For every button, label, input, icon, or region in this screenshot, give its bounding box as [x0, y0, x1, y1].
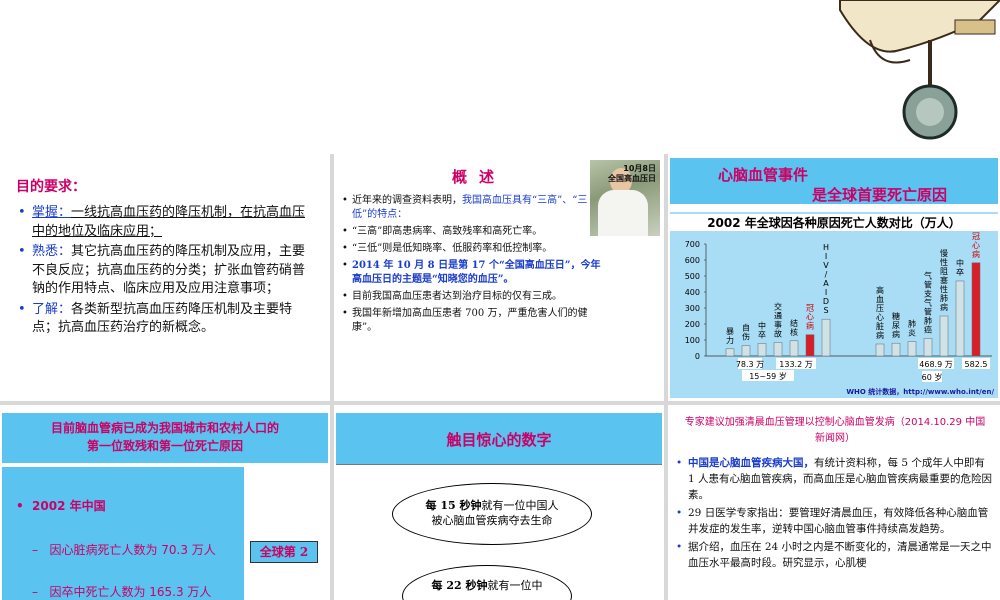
- chart-bar: [923, 338, 933, 357]
- stat-cloud: 每 22 秒钟就有一位中: [402, 565, 572, 600]
- y-tick-label: 500: [685, 272, 700, 281]
- slide-global-events[interactable]: 心脑血管事件 是全球首要死亡原因 2002 年全球因各种原因死亡人数对比（万人）…: [668, 154, 1000, 401]
- events-title-1: 心脑血管事件: [718, 166, 809, 184]
- y-tick-label: 700: [685, 240, 700, 249]
- chart-bar: [875, 343, 885, 357]
- chart-bar: [907, 341, 917, 357]
- list-item: 我国年新增加高血压患者 700 万，严重危害人们的健康”。: [340, 307, 604, 335]
- list-item: 据介绍，血压在 24 小时之内是不断变化的，清晨通常是一天之中血压水平最高时段。…: [674, 539, 994, 571]
- list-item: 掌握：一线抗高血压药的降压机制，在抗高血压中的地位及临床应用；: [16, 204, 316, 241]
- china-header: 目前脑血管病已成为我国城市和农村人口的 第一位致残和第一位死亡原因: [2, 413, 328, 463]
- chart-source: WHO 统计数据，http://www.who.int/en/: [846, 387, 994, 396]
- numbers-title: 触目惊心的数字: [446, 431, 552, 449]
- bar-label: 交通事故: [774, 301, 782, 338]
- y-tick-label: 600: [685, 256, 700, 265]
- y-tick-label: 400: [685, 288, 700, 297]
- china-row: – 因心脏病死亡人数为 70.3 万人: [32, 543, 216, 557]
- death-chart: 2002 年全球因各种原因死亡人数对比（万人） 0 100 200 300 400 500…: [670, 212, 998, 398]
- list-item: 2014 年 10 月 8 日是第 17 个“全国高血压日”，今年高血压日的主题…: [340, 259, 604, 287]
- objectives-title: 目的要求：: [16, 179, 86, 195]
- bar-label: 肺炎: [908, 320, 916, 338]
- bar-label: H I V / A I D S: [823, 243, 829, 315]
- bar-label: 气管支气管肺癌: [924, 270, 932, 334]
- bar-label: 冠心病: [972, 232, 980, 259]
- stethoscope-illustration: [839, 0, 1000, 140]
- list-item: “三低”则是低知晓率、低服药率和低控制率。: [340, 242, 604, 256]
- overview-list: 近年来的调查资料表明，我国高血压具有“三高”、“三低”的特点： “三高”即高患病…: [340, 194, 604, 338]
- bar-label: 糖尿病: [892, 311, 900, 339]
- objectives-list: 掌握：一线抗高血压药的降压机制，在抗高血压中的地位及临床应用； 熟悉：其它抗高血…: [16, 204, 316, 340]
- item-text: 各类新型抗高血压药降压机制及主要特点；抗高血压药治疗的新概念。: [32, 301, 293, 336]
- chart-svg: 0100200300400500600700暴力自伤中卒交通事故结核冠心病H I V…: [685, 232, 995, 396]
- slide-overview[interactable]: 概述 10月8日全国高血压日 近年来的调查资料表明，我国高血压具有“三高”、“三…: [334, 154, 664, 401]
- chart-bar: [955, 280, 965, 357]
- bar-label: 自伤: [742, 323, 750, 342]
- y-tick-label: 100: [685, 336, 700, 345]
- china-row: – 因卒中死亡人数为 165.3 万人: [32, 585, 212, 599]
- item-text: 其它抗高血压药的降压机制及应用，主要不良反应；抗高血压药的分类；扩张血管药硝普钠…: [32, 244, 306, 296]
- overview-title: 概述: [452, 168, 507, 186]
- y-tick-label: 0: [695, 352, 700, 361]
- bar-label: 中卒: [758, 320, 766, 339]
- bar-label: 慢性阻塞性肺病: [940, 248, 948, 312]
- annotation: 133.2 万: [779, 360, 812, 369]
- bar-label: 暴力: [726, 327, 734, 345]
- slide-objectives[interactable]: 目的要求： 掌握：一线抗高血压药的降压机制，在抗高血压中的地位及临床应用； 熟悉…: [0, 154, 330, 401]
- age-label: 60 岁: [922, 372, 943, 382]
- annotation: 78.3 万: [736, 360, 764, 369]
- keyword: 熟悉：: [32, 244, 72, 259]
- list-item: 29 日医学专家指出：要管理好清晨血压，有效降低各种心脑血管并发症的发生率，逆转…: [674, 505, 994, 537]
- item-text: 一线抗高血压药的降压机制，在抗高血压中的地位及临床应用；: [32, 205, 306, 239]
- keyword: 了解：: [32, 301, 72, 317]
- chart-bar: [757, 343, 767, 357]
- china-year: • 2002 年中国: [16, 499, 106, 513]
- slide-numbers[interactable]: 触目惊心的数字 每 15 秒钟就有一位中国人 被心脑血管疾病夺去生命 每 22 …: [334, 405, 664, 600]
- events-header: 心脑血管事件 是全球首要死亡原因: [670, 158, 998, 204]
- chart-bar: [725, 348, 735, 357]
- y-tick-label: 300: [685, 304, 700, 313]
- events-title-2: 是全球首要死亡原因: [812, 186, 948, 204]
- slide-expert[interactable]: 专家建议加强清晨血压管理以控制心脑血管发病（2014.10.29 中国新闻网） …: [668, 405, 1000, 600]
- chart-bar: [891, 342, 901, 357]
- china-box: • 2002 年中国 – 因心脏病死亡人数为 70.3 万人 – 因卒中死亡人数…: [2, 467, 244, 600]
- list-item: 熟悉：其它抗高血压药的降压机制及应用，主要不良反应；抗高血压药的分类；扩张血管药…: [16, 243, 316, 299]
- age-label: 15~59 岁: [749, 371, 787, 381]
- chart-bar: [821, 318, 831, 357]
- keyword: 掌握：: [32, 205, 72, 220]
- list-item: 近年来的调查资料表明，我国高血压具有“三高”、“三低”的特点：: [340, 194, 604, 222]
- stat-cloud: 每 15 秒钟就有一位中国人 被心脑血管疾病夺去生命: [392, 483, 592, 545]
- annotation: 582.5: [965, 360, 988, 369]
- chart-bar: [805, 334, 815, 357]
- bar-label: 中卒: [956, 258, 964, 277]
- chart-bar: [773, 342, 783, 357]
- chart-bar: [939, 315, 949, 357]
- expert-title: 专家建议加强清晨血压管理以控制心脑血管发病（2014.10.29 中国新闻网）: [684, 417, 986, 444]
- expert-list: 中国是心脑血管疾病大国，有统计资料称，每 5 个成年人中即有 1 人患有心脑血管…: [674, 455, 994, 573]
- list-item: 目前我国高血压患者达到治疗目标的仅有三成。: [340, 290, 604, 304]
- bar-label: 冠心病: [806, 304, 814, 331]
- list-item: 中国是心脑血管疾病大国，有统计资料称，每 5 个成年人中即有 1 人患有心脑血管…: [674, 455, 994, 503]
- bar-label: 高血压心脏病: [876, 285, 884, 340]
- photo-caption: 10月8日 全国高血压日: [608, 164, 656, 183]
- china-head-line: 第一位致残和第一位死亡原因: [86, 439, 243, 453]
- chart-bar: [971, 262, 981, 357]
- chart-bar: [741, 345, 751, 357]
- chart-title: 2002 年全球因各种原因死亡人数对比（万人）: [670, 214, 998, 231]
- list-item: 了解：各类新型抗高血压药降压机制及主要特点；抗高血压药治疗的新概念。: [16, 301, 316, 338]
- annotation: 468.9 万: [919, 360, 952, 369]
- bar-label: 结核: [790, 318, 798, 337]
- list-item: “三高”即高患病率、高致残率和高死亡率。: [340, 225, 604, 239]
- slide-china-stats[interactable]: 目前脑血管病已成为我国城市和农村人口的 第一位致残和第一位死亡原因 • 2002…: [0, 405, 330, 600]
- china-head-line: 目前脑血管病已成为我国城市和农村人口的: [50, 421, 279, 435]
- chart-bar: [789, 340, 799, 357]
- global-rank-tag: 全球第 2: [250, 541, 318, 563]
- numbers-header: 触目惊心的数字: [336, 413, 662, 465]
- y-tick-label: 200: [685, 320, 700, 329]
